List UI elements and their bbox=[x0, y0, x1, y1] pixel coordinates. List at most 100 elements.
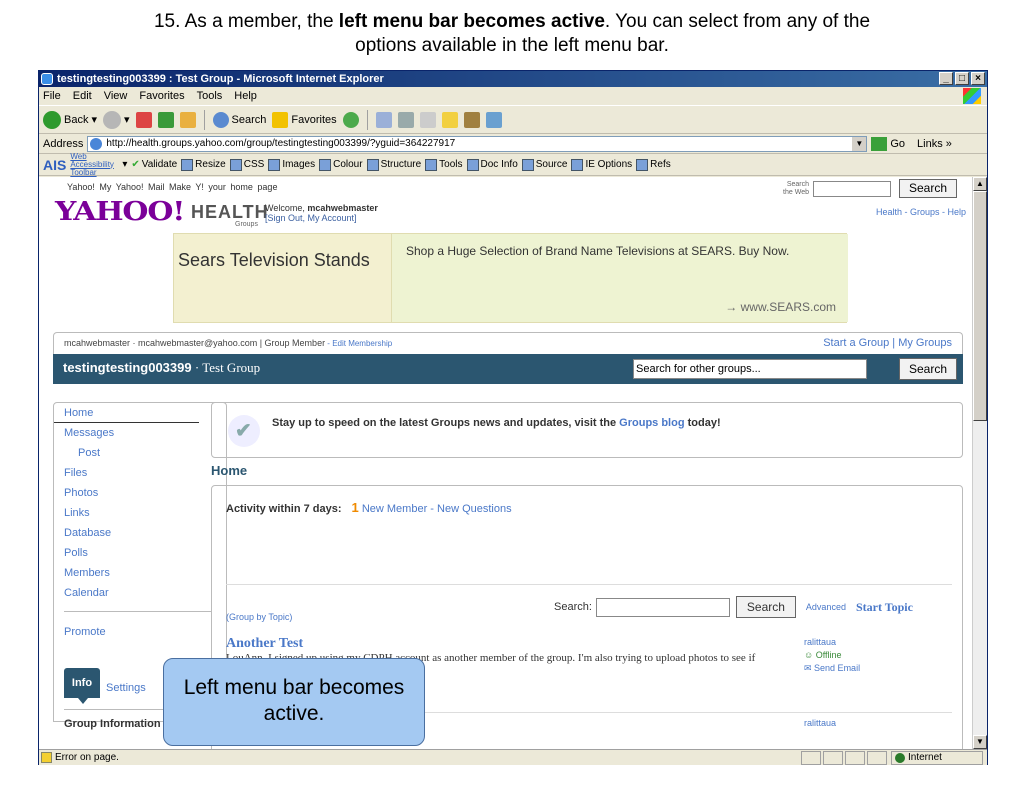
menu-files[interactable]: Files bbox=[54, 463, 226, 483]
web-search-button[interactable]: Search bbox=[899, 179, 957, 198]
favorites-label: Favorites bbox=[291, 113, 337, 126]
menu-view[interactable]: View bbox=[104, 90, 128, 102]
activity-count: 1 bbox=[351, 500, 359, 515]
address-url: http://health.groups.yahoo.com/group/tes… bbox=[106, 137, 456, 149]
messenger-icon[interactable] bbox=[485, 111, 502, 128]
health-logo: HEALTH bbox=[191, 202, 269, 222]
menu-divider bbox=[64, 611, 212, 612]
menu-members[interactable]: Members bbox=[54, 563, 226, 583]
group-name[interactable]: testingtesting003399 bbox=[63, 360, 192, 375]
group-by-topic-link[interactable]: (Group by Topic) bbox=[226, 612, 292, 622]
media-icon[interactable] bbox=[342, 111, 359, 128]
go-button[interactable]: Go bbox=[871, 136, 905, 151]
ad-text: Shop a Huge Selection of Brand Name Tele… bbox=[406, 244, 790, 258]
warning-icon[interactable] bbox=[41, 752, 52, 763]
menu-file[interactable]: File bbox=[43, 90, 61, 102]
online-status: ☺ Offline bbox=[804, 650, 842, 660]
images-button[interactable]: Images bbox=[268, 158, 315, 171]
menu-photos[interactable]: Photos bbox=[54, 483, 226, 503]
menu-polls[interactable]: Polls bbox=[54, 543, 226, 563]
minimize-button[interactable]: _ bbox=[939, 72, 953, 85]
message-author[interactable]: ralittaua bbox=[804, 717, 836, 730]
back-button[interactable]: Back ▾ bbox=[43, 110, 97, 129]
resize-button[interactable]: Resize bbox=[181, 158, 226, 171]
ad-body[interactable]: Shop a Huge Selection of Brand Name Tele… bbox=[392, 234, 848, 322]
research-icon[interactable] bbox=[463, 111, 480, 128]
tab-info[interactable]: Info bbox=[64, 668, 100, 704]
mail-icon[interactable] bbox=[375, 111, 392, 128]
menu-favorites[interactable]: Favorites bbox=[139, 90, 184, 102]
group-search-input[interactable]: Search for other groups... bbox=[633, 359, 867, 379]
ie-options-button[interactable]: IE Options bbox=[571, 158, 632, 171]
menu-home[interactable]: Home bbox=[54, 403, 199, 423]
message-author[interactable]: ralittaua bbox=[804, 636, 860, 649]
edit-membership-link[interactable]: - Edit Membership bbox=[325, 339, 392, 348]
vertical-scrollbar[interactable]: ▲ ▼ bbox=[972, 177, 987, 749]
ad-title[interactable]: Sears Television Stands bbox=[174, 234, 392, 322]
slide-caption: 15. As a member, the left menu bar becom… bbox=[0, 10, 1024, 58]
menu-database[interactable]: Database bbox=[54, 523, 226, 543]
sears-ad-banner[interactable]: Sears Television Stands Shop a Huge Sele… bbox=[173, 233, 848, 323]
advanced-search-link[interactable]: Advanced bbox=[806, 602, 846, 612]
stop-icon[interactable] bbox=[135, 111, 152, 128]
home-icon[interactable] bbox=[179, 111, 196, 128]
send-email-link[interactable]: ✉ Send Email bbox=[804, 662, 860, 675]
tools-button[interactable]: Tools bbox=[425, 158, 463, 171]
sign-out-link[interactable]: [Sign Out, My Account] bbox=[265, 213, 357, 223]
folder-icon[interactable] bbox=[441, 111, 458, 128]
start-topic-link[interactable]: Start Topic bbox=[856, 600, 913, 615]
message-search-button[interactable]: Search bbox=[735, 596, 796, 618]
close-button[interactable]: × bbox=[971, 72, 985, 85]
yahoo-top-links[interactable]: Yahoo! My Yahoo! Mail Make Y! your home … bbox=[67, 182, 277, 192]
menu-help[interactable]: Help bbox=[234, 90, 257, 102]
scroll-up-icon[interactable]: ▲ bbox=[973, 177, 987, 191]
source-button[interactable]: Source bbox=[521, 158, 567, 171]
maximize-button[interactable]: □ bbox=[955, 72, 969, 85]
start-group-link[interactable]: Start a Group | My Groups bbox=[823, 333, 952, 353]
favorites-button[interactable]: Favorites bbox=[272, 111, 337, 128]
forward-button[interactable]: ▾ bbox=[103, 110, 130, 129]
menu-tools[interactable]: Tools bbox=[197, 90, 223, 102]
doc-info-button[interactable]: Doc Info bbox=[466, 158, 518, 171]
title-bar: testingtesting003399 : Test Group - Micr… bbox=[39, 71, 987, 87]
back-label: Back bbox=[64, 113, 89, 126]
tab-settings[interactable]: Settings bbox=[100, 678, 146, 698]
health-groups-help-links[interactable]: Health - Groups - Help bbox=[876, 207, 966, 217]
css-button[interactable]: CSS bbox=[229, 158, 264, 171]
colour-button[interactable]: Colour bbox=[319, 158, 363, 171]
message-search-input[interactable] bbox=[595, 597, 730, 617]
groups-blog-link[interactable]: Groups blog bbox=[619, 417, 684, 429]
browser-window: testingtesting003399 : Test Group - Micr… bbox=[38, 70, 988, 765]
web-search-input[interactable] bbox=[813, 180, 891, 197]
group-search-button[interactable]: Search bbox=[899, 358, 957, 380]
search-label: Search bbox=[231, 113, 267, 126]
search-button[interactable]: Search bbox=[212, 111, 267, 128]
activity-links[interactable]: New Member - New Questions bbox=[359, 503, 512, 515]
refresh-icon[interactable] bbox=[157, 111, 174, 128]
menu-links[interactable]: Links bbox=[54, 503, 226, 523]
yahoo-logo[interactable]: YAHOO! bbox=[55, 197, 185, 227]
address-input[interactable]: http://health.groups.yahoo.com/group/tes… bbox=[87, 135, 868, 152]
structure-button[interactable]: Structure bbox=[366, 158, 421, 171]
edit-icon[interactable] bbox=[419, 111, 436, 128]
address-dropdown-icon[interactable]: ▼ bbox=[852, 136, 867, 151]
scroll-thumb[interactable] bbox=[973, 191, 987, 421]
refs-icon bbox=[636, 158, 649, 171]
validate-button[interactable]: ✔ Validate bbox=[131, 159, 177, 170]
annotation-callout: Left menu bar becomes active. bbox=[163, 658, 425, 746]
menu-edit[interactable]: Edit bbox=[73, 90, 92, 102]
web-accessibility-link[interactable]: Web Accessibility Toolbar bbox=[70, 152, 118, 177]
structure-icon bbox=[366, 158, 379, 171]
groups-sublogo: Groups bbox=[235, 221, 258, 228]
links-button[interactable]: Links » bbox=[917, 138, 952, 150]
menu-post[interactable]: Post bbox=[54, 443, 226, 463]
refs-button[interactable]: Refs bbox=[636, 158, 671, 171]
divider bbox=[226, 584, 952, 585]
scroll-down-icon[interactable]: ▼ bbox=[973, 735, 987, 749]
menu-messages[interactable]: Messages bbox=[54, 423, 226, 443]
menu-calendar[interactable]: Calendar bbox=[54, 583, 226, 603]
toolbar-separator bbox=[366, 109, 368, 130]
ad-url[interactable]: → www.SEARS.com bbox=[725, 300, 836, 314]
menu-promote[interactable]: Promote bbox=[54, 622, 226, 642]
print-icon[interactable] bbox=[397, 111, 414, 128]
